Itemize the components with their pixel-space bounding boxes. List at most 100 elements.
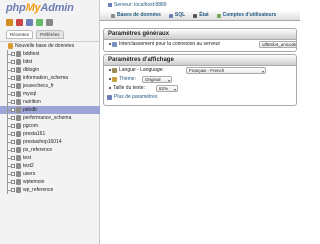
database-icon <box>16 59 21 65</box>
database-icon <box>16 67 21 73</box>
database-label: information_schema <box>23 75 69 81</box>
sql-query-icon[interactable] <box>26 19 33 26</box>
general-settings-panel: Paramètres généraux Interclassement pour… <box>103 28 297 52</box>
home-icon[interactable] <box>6 19 13 26</box>
tab-label: SQL <box>174 12 186 18</box>
tab-label: Comptes d'utilisateurs <box>222 12 277 18</box>
theme-select-value: Original <box>145 77 161 82</box>
database-item[interactable]: pdodb <box>0 106 100 114</box>
database-item[interactable]: nutrition <box>0 98 100 106</box>
database-label: wp_reference <box>23 187 54 193</box>
more-settings-row: Plus de paramètres <box>104 93 296 102</box>
database-icon <box>8 43 13 49</box>
more-settings-link[interactable]: Plus de paramètres <box>114 93 157 102</box>
database-icon <box>16 75 21 81</box>
appearance-settings-panel: Paramètres d'affichage Langue - Language… <box>103 54 297 106</box>
database-item[interactable]: ps_reference <box>0 146 100 154</box>
database-icon <box>16 91 21 97</box>
database-item[interactable]: wptemoin <box>0 178 100 186</box>
tab-recent[interactable]: Récentes <box>6 30 34 39</box>
breadcrumb[interactable]: Serveur: localhost:8889 <box>100 0 300 10</box>
general-settings-title: Paramètres généraux <box>104 29 296 40</box>
database-label: users <box>23 171 36 177</box>
collation-select[interactable]: utf8mb4_unicode_ci <box>259 41 297 48</box>
expand-icon[interactable] <box>11 52 15 56</box>
fontsize-select-value: 82% <box>159 86 169 91</box>
language-icon <box>112 68 117 73</box>
database-item[interactable]: performance_schema <box>0 114 100 122</box>
expand-icon[interactable] <box>11 84 15 88</box>
tab-label: Bases de données <box>117 12 161 18</box>
database-icon <box>16 179 21 185</box>
expand-icon[interactable] <box>11 68 15 72</box>
language-select[interactable]: Français - French ▾ <box>186 67 266 74</box>
fontsize-select[interactable]: 82% ▾ <box>156 85 178 92</box>
expand-icon[interactable] <box>11 148 15 152</box>
database-label: jeuxechecs_fr <box>23 83 54 89</box>
database-icon <box>16 139 21 145</box>
expand-icon[interactable] <box>11 172 15 176</box>
theme-row: Thème: Original ▾ <box>104 75 296 84</box>
docs-icon[interactable] <box>36 19 43 26</box>
language-select-value: Français - French <box>189 68 225 73</box>
database-label: bddtest <box>23 51 40 57</box>
expand-icon[interactable] <box>11 180 15 184</box>
database-label: pgcom <box>23 123 39 129</box>
database-item[interactable]: dblogin <box>0 66 100 74</box>
tab-sql[interactable]: SQL <box>166 11 188 20</box>
database-icon <box>16 51 21 57</box>
database-label: ps_reference <box>23 147 53 153</box>
database-item[interactable]: test <box>0 154 100 162</box>
expand-icon[interactable] <box>11 164 15 168</box>
expand-icon[interactable] <box>11 108 15 112</box>
database-item[interactable]: bddtest <box>0 50 100 58</box>
expand-icon[interactable] <box>11 156 15 160</box>
tab-status[interactable]: État <box>190 11 211 20</box>
database-item[interactable]: pgcom <box>0 122 100 130</box>
top-menu: Bases de données SQL État Comptes d'utilisa… <box>100 10 300 21</box>
users-icon <box>216 13 221 18</box>
expand-icon[interactable] <box>11 92 15 96</box>
database-item[interactable]: users <box>0 170 100 178</box>
language-label-colon: : <box>162 67 164 73</box>
theme-link[interactable]: Thème <box>119 76 135 82</box>
database-item[interactable]: jeuxechecs_fr <box>0 82 100 90</box>
database-item[interactable]: bitst <box>0 58 100 66</box>
expand-icon[interactable] <box>11 76 15 80</box>
database-label: Nouvelle base de données <box>15 43 75 49</box>
database-item[interactable]: mysql <box>0 90 100 98</box>
expand-icon[interactable] <box>11 132 15 136</box>
expand-icon[interactable] <box>11 100 15 104</box>
navigation-tabs: Récentes Préférées <box>0 30 99 39</box>
phpmyadmin-logo[interactable]: phpMyAdmin <box>0 0 99 18</box>
expand-icon[interactable] <box>11 60 15 64</box>
database-icon <box>16 147 21 153</box>
expand-icon[interactable] <box>11 188 15 192</box>
database-label: mysql <box>23 91 37 97</box>
database-icon <box>111 13 115 18</box>
new-database-item[interactable]: Nouvelle base de données <box>0 42 100 50</box>
reload-icon[interactable] <box>46 19 53 26</box>
database-label: dblogin <box>23 67 40 73</box>
collation-icon <box>112 42 117 47</box>
expand-icon[interactable] <box>11 124 15 128</box>
tab-favorites[interactable]: Préférées <box>36 30 64 39</box>
theme-select[interactable]: Original ▾ <box>142 76 172 83</box>
database-item[interactable]: prestashop16014 <box>0 138 100 146</box>
exit-icon[interactable] <box>16 19 23 26</box>
language-row: Langue - Language: Français - French ▾ <box>104 66 296 75</box>
database-icon <box>16 99 21 105</box>
expand-icon[interactable] <box>11 140 15 144</box>
database-item[interactable]: wp_reference <box>0 186 100 194</box>
fontsize-label: Taille du texte: <box>113 85 145 91</box>
database-icon <box>16 163 21 169</box>
database-item[interactable]: test2 <box>0 162 100 170</box>
status-icon <box>193 13 198 18</box>
database-item[interactable]: information_schema <box>0 74 100 82</box>
database-item[interactable]: presta161 <box>0 130 100 138</box>
database-label: test2 <box>23 163 34 169</box>
server-icon <box>108 2 112 7</box>
tab-database[interactable]: Bases de données <box>108 11 164 20</box>
tab-users[interactable]: Comptes d'utilisateurs <box>214 11 280 20</box>
expand-icon[interactable] <box>11 116 15 120</box>
